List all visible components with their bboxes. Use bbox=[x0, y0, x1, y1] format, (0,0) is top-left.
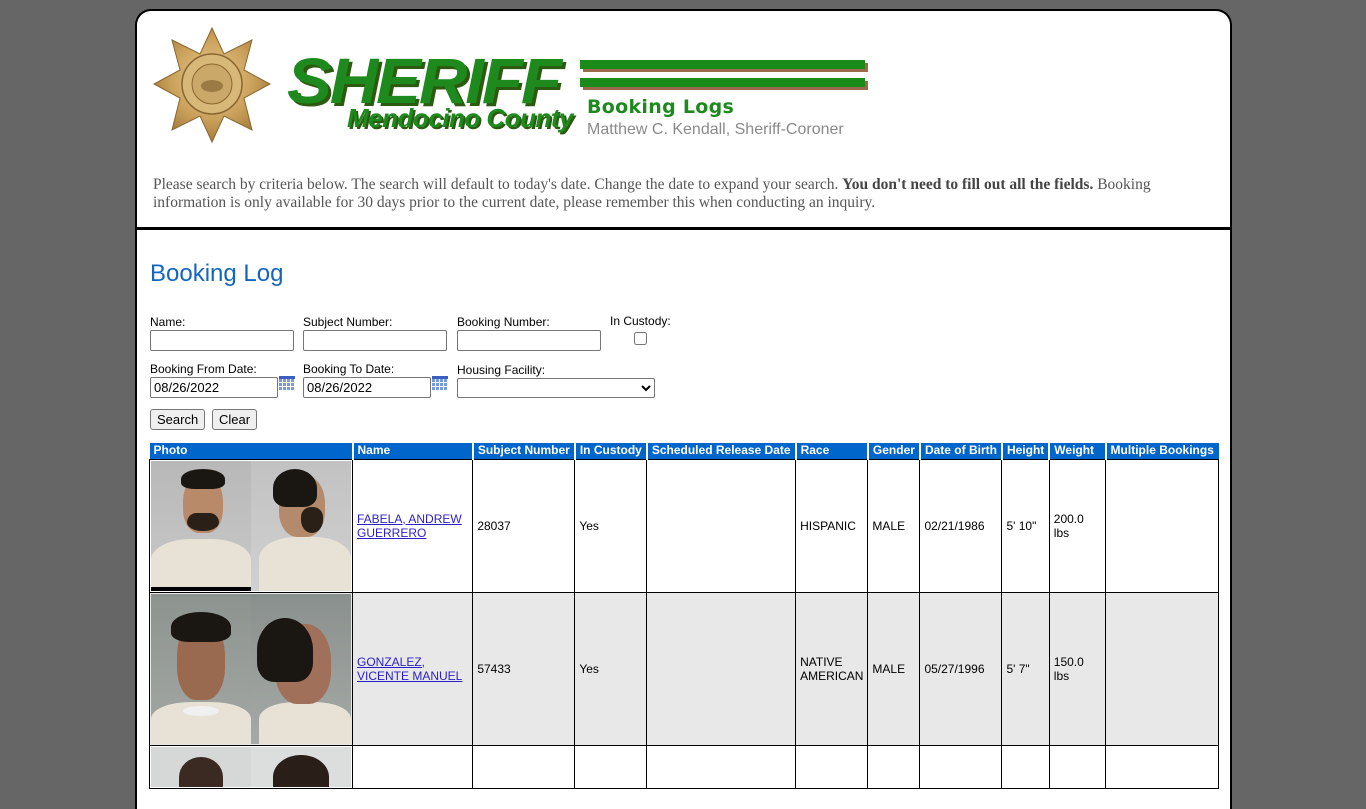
table-row: GONZALEZ, VICENTE MANUEL 57433 Yes NATIV… bbox=[149, 591, 1219, 746]
table-header-row: Photo Name Subject Number In Custody Sch… bbox=[149, 443, 1219, 459]
to-date-input[interactable] bbox=[303, 377, 431, 398]
table-row bbox=[149, 744, 1219, 789]
booking-results-table: Photo Name Subject Number In Custody Sch… bbox=[149, 443, 1219, 789]
dob-cell: 02/21/1986 bbox=[919, 458, 1003, 593]
multiple-bookings-cell bbox=[1105, 591, 1219, 746]
housing-facility-label: Housing Facility: bbox=[457, 363, 546, 377]
logo-stripe bbox=[580, 78, 865, 87]
column-header-multiple-bookings: Multiple Bookings bbox=[1105, 443, 1219, 459]
height-cell: 5' 10" bbox=[1001, 458, 1050, 593]
section-title: Booking Logs bbox=[587, 96, 735, 118]
mugshot-front bbox=[151, 746, 251, 787]
mugshot-profile bbox=[251, 593, 351, 744]
mugshot-front bbox=[151, 460, 251, 591]
subject-number-label: Subject Number: bbox=[303, 315, 393, 329]
gender-cell: MALE bbox=[867, 458, 921, 593]
from-date-label: Booking From Date: bbox=[150, 362, 257, 376]
subject-number-input[interactable] bbox=[303, 330, 447, 351]
in-custody-cell: Yes bbox=[574, 591, 648, 746]
housing-facility-field-group: Housing Facility: bbox=[457, 363, 655, 398]
sheriff-badge-logo bbox=[152, 26, 272, 144]
page-container: SHERIFF Mendocino County Booking Logs Ma… bbox=[135, 9, 1232, 809]
mugshot-photo[interactable] bbox=[151, 460, 351, 591]
column-header-gender: Gender bbox=[867, 443, 921, 459]
booking-number-label: Booking Number: bbox=[457, 315, 550, 329]
multiple-bookings-cell bbox=[1105, 744, 1219, 789]
subject-number-field-group: Subject Number: bbox=[303, 315, 447, 351]
mugshot-profile bbox=[251, 460, 351, 591]
from-date-input[interactable] bbox=[150, 377, 278, 398]
column-header-name: Name bbox=[352, 443, 474, 459]
name-field-group: Name: bbox=[150, 315, 294, 351]
from-date-field-group: Booking From Date: bbox=[150, 362, 295, 398]
to-date-field-group: Booking To Date: bbox=[303, 362, 448, 398]
column-header-photo: Photo bbox=[149, 443, 354, 459]
race-cell bbox=[795, 744, 869, 789]
sheriff-name: Matthew C. Kendall, Sheriff-Coroner bbox=[587, 121, 844, 138]
column-header-weight: Weight bbox=[1049, 443, 1107, 459]
mugshot-front bbox=[151, 593, 251, 744]
multiple-bookings-cell bbox=[1105, 458, 1219, 593]
booking-number-input[interactable] bbox=[457, 330, 601, 351]
to-date-label: Booking To Date: bbox=[303, 362, 395, 376]
race-cell: NATIVE AMERICAN bbox=[795, 591, 869, 746]
mugshot-photo[interactable] bbox=[151, 746, 351, 787]
search-instructions: Please search by criteria below. The sea… bbox=[153, 176, 1213, 212]
column-header-race: Race bbox=[795, 443, 869, 459]
logo-county-text: Mendocino County bbox=[347, 103, 573, 133]
subject-number-cell: 28037 bbox=[472, 458, 576, 593]
name-cell: FABELA, ANDREW GUERRERO bbox=[351, 458, 474, 593]
height-cell: 5' 7" bbox=[1001, 591, 1050, 746]
name-cell: GONZALEZ, VICENTE MANUEL bbox=[351, 591, 474, 746]
name-label: Name: bbox=[150, 315, 186, 329]
table-row: FABELA, ANDREW GUERRERO 28037 Yes HISPAN… bbox=[149, 458, 1219, 593]
photo-cell bbox=[149, 458, 353, 593]
subject-number-cell bbox=[472, 744, 576, 789]
calendar-icon[interactable] bbox=[279, 376, 295, 390]
intro-text: Please search by criteria below. The sea… bbox=[153, 176, 843, 193]
column-header-scheduled-release: Scheduled Release Date bbox=[646, 443, 797, 459]
scheduled-release-cell bbox=[646, 458, 797, 593]
name-cell bbox=[351, 744, 474, 789]
scheduled-release-cell bbox=[646, 744, 797, 789]
dob-cell: 05/27/1996 bbox=[919, 591, 1003, 746]
in-custody-label: In Custody: bbox=[610, 314, 671, 328]
mugshot-profile bbox=[251, 746, 351, 787]
photo-cell bbox=[149, 744, 353, 789]
dob-cell bbox=[919, 744, 1003, 789]
gender-cell: MALE bbox=[867, 591, 921, 746]
in-custody-cell bbox=[574, 744, 648, 789]
calendar-icon[interactable] bbox=[432, 376, 448, 390]
inmate-name-link[interactable]: FABELA, ANDREW GUERRERO bbox=[357, 512, 462, 540]
logo-stripe bbox=[580, 60, 865, 69]
weight-cell: 200.0 lbs bbox=[1048, 458, 1107, 593]
height-cell bbox=[1001, 744, 1050, 789]
scheduled-release-cell bbox=[646, 591, 797, 746]
intro-text-bold: You don't need to fill out all the field… bbox=[842, 176, 1094, 193]
inmate-name-link[interactable]: GONZALEZ, VICENTE MANUEL bbox=[357, 655, 462, 683]
site-header: SHERIFF Mendocino County Booking Logs Ma… bbox=[137, 11, 1230, 230]
column-header-dob: Date of Birth bbox=[919, 443, 1003, 459]
column-header-in-custody: In Custody bbox=[574, 443, 648, 459]
in-custody-checkbox[interactable] bbox=[633, 332, 647, 345]
photo-cell bbox=[149, 591, 353, 746]
column-header-subject-number: Subject Number bbox=[472, 443, 576, 459]
booking-number-field-group: Booking Number: bbox=[457, 315, 601, 351]
mugshot-photo[interactable] bbox=[151, 593, 351, 744]
page-title: Booking Log bbox=[150, 260, 284, 287]
subject-number-cell: 57433 bbox=[472, 591, 576, 746]
weight-cell: 150.0 lbs bbox=[1048, 591, 1107, 746]
weight-cell bbox=[1048, 744, 1107, 789]
race-cell: HISPANIC bbox=[795, 458, 869, 593]
in-custody-field-group: In Custody: bbox=[610, 314, 671, 348]
name-input[interactable] bbox=[150, 330, 294, 351]
column-header-height: Height bbox=[1001, 443, 1051, 459]
gender-cell bbox=[867, 744, 921, 789]
housing-facility-select[interactable] bbox=[457, 378, 655, 398]
search-button[interactable]: Search bbox=[150, 409, 206, 430]
clear-button[interactable]: Clear bbox=[212, 409, 258, 430]
in-custody-cell: Yes bbox=[574, 458, 648, 593]
